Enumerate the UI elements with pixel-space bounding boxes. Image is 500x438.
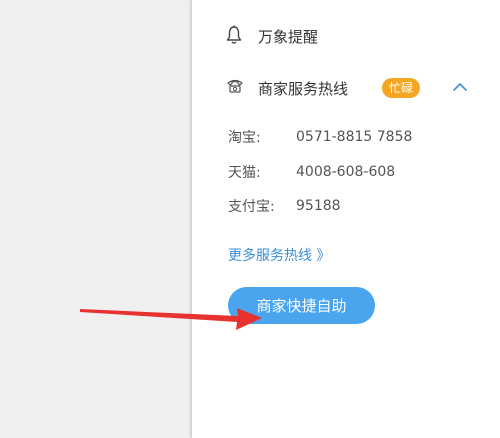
busy-status-badge: 忙碌 [382, 78, 421, 98]
chevron-up-icon[interactable] [452, 80, 468, 94]
phone-icon [227, 79, 243, 93]
hotline-number: 4008-608-608 [296, 164, 396, 180]
hotline-title: 商家服务热线 [258, 79, 349, 98]
hotline-row-taobao: 淘宝: 0571-8815 7858 [228, 127, 412, 147]
left-blank-area [0, 0, 190, 438]
merchant-self-service-button[interactable]: 商家快捷自助 [228, 287, 375, 324]
reminder-title[interactable]: 万象提醒 [258, 26, 318, 46]
service-panel [192, 0, 500, 438]
hotline-number: 95188 [296, 198, 341, 214]
hotline-label: 支付宝: [228, 199, 275, 215]
bell-icon [226, 25, 242, 44]
hotline-number: 0571-8815 7858 [296, 129, 413, 145]
hotline-row-tmall: 天猫: 4008-608-608 [228, 162, 395, 182]
hotline-label: 淘宝: [228, 130, 261, 146]
hotline-row-alipay: 支付宝: 95188 [228, 196, 341, 216]
hotline-label: 天猫: [228, 165, 261, 181]
more-hotlines-link[interactable]: 更多服务热线 》 [228, 245, 330, 265]
